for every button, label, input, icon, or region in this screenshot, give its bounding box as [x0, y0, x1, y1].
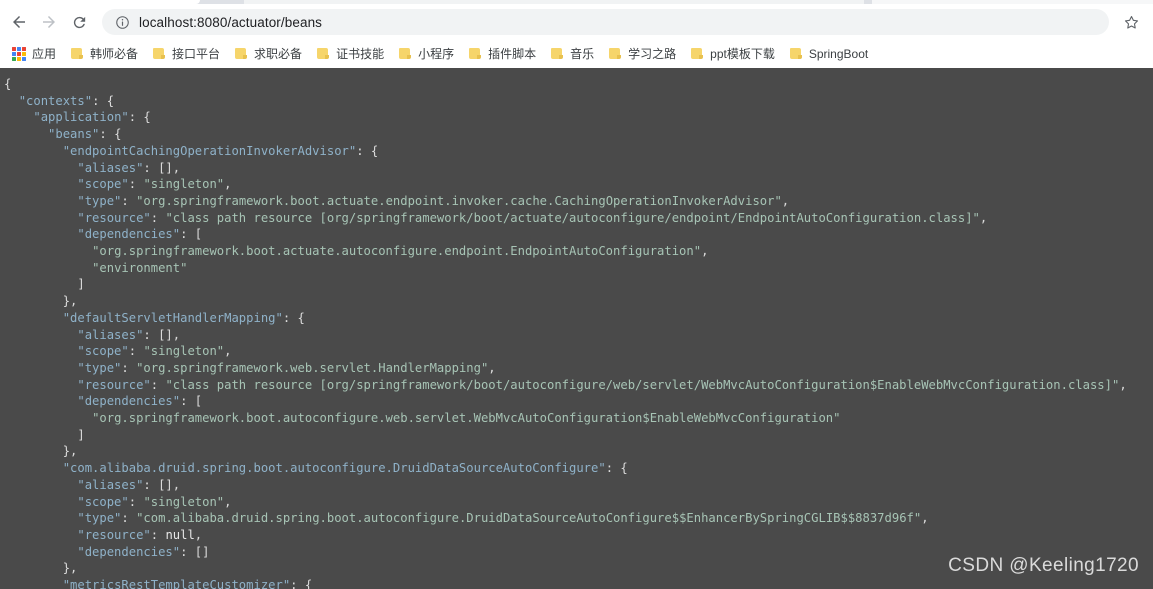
tab-strip [0, 0, 1153, 4]
bookmark-folder-3[interactable]: 证书技能 [309, 43, 391, 65]
bookmark-folder-label: 学习之路 [628, 47, 677, 61]
back-button[interactable] [4, 7, 34, 37]
arrow-right-icon [43, 16, 55, 28]
bookmark-folder-4[interactable]: 小程序 [391, 43, 461, 65]
folder-icon [608, 47, 622, 60]
bookmark-folder-8[interactable]: ppt模板下载 [683, 43, 782, 65]
bookmark-folder-label: 接口平台 [172, 47, 221, 61]
bookmark-folder-label: SpringBoot [808, 46, 869, 61]
browser-toolbar: localhost:8080/actuator/beans [0, 4, 1153, 40]
forward-button[interactable] [34, 7, 64, 37]
bookmark-folder-0[interactable]: 韩师必备 [63, 43, 145, 65]
bookmark-folder-label: ppt模板下载 [710, 47, 775, 61]
arrow-left-icon [13, 16, 25, 28]
json-content: { "contexts": { "application": { "beans"… [4, 77, 1127, 589]
folder-icon [152, 47, 166, 60]
bookmark-star-button[interactable] [1117, 8, 1145, 36]
json-viewer[interactable]: { "contexts": { "application": { "beans"… [0, 68, 1153, 589]
tab-strip-background-left [244, 0, 864, 4]
url-text: localhost:8080/actuator/beans [139, 14, 323, 30]
reload-button[interactable] [64, 7, 94, 37]
bookmark-folder-label: 插件脚本 [488, 47, 537, 61]
bookmarks-bar: 应用 韩师必备 接口平台 求职必备 证书技能 小程序 插件脚本 音乐 学习之路 … [0, 40, 1153, 68]
tab-active[interactable] [0, 0, 200, 4]
bookmark-folder-6[interactable]: 音乐 [543, 43, 601, 65]
bookmark-folder-2[interactable]: 求职必备 [227, 43, 309, 65]
address-bar[interactable]: localhost:8080/actuator/beans [102, 9, 1109, 35]
bookmark-folder-label: 韩师必备 [90, 47, 139, 61]
bookmark-folder-label: 小程序 [418, 47, 455, 61]
info-circle-icon[interactable] [114, 14, 130, 30]
folder-icon [316, 47, 330, 60]
folder-icon [234, 47, 248, 60]
folder-icon [468, 47, 482, 60]
folder-icon [398, 47, 412, 60]
bookmark-folder-9[interactable]: SpringBoot [782, 43, 875, 65]
bookmark-folder-1[interactable]: 接口平台 [145, 43, 227, 65]
bookmark-folder-label: 证书技能 [336, 47, 385, 61]
bookmark-folder-5[interactable]: 插件脚本 [461, 43, 543, 65]
folder-icon [550, 47, 564, 60]
folder-icon [690, 47, 704, 60]
bookmark-apps-label: 应用 [32, 47, 57, 61]
reload-icon [73, 16, 85, 28]
bookmark-star-icon [1124, 15, 1138, 29]
tab-strip-background-right [872, 0, 1153, 4]
bookmark-folder-7[interactable]: 学习之路 [601, 43, 683, 65]
bookmark-folder-label: 求职必备 [254, 47, 303, 61]
bookmark-apps[interactable]: 应用 [5, 43, 63, 65]
folder-icon [789, 47, 803, 60]
browser-window: localhost:8080/actuator/beans 应用 韩师必备 接口… [0, 0, 1153, 589]
apps-grid-icon [12, 46, 26, 61]
bookmark-folder-label: 音乐 [570, 47, 595, 61]
folder-icon [70, 47, 84, 60]
